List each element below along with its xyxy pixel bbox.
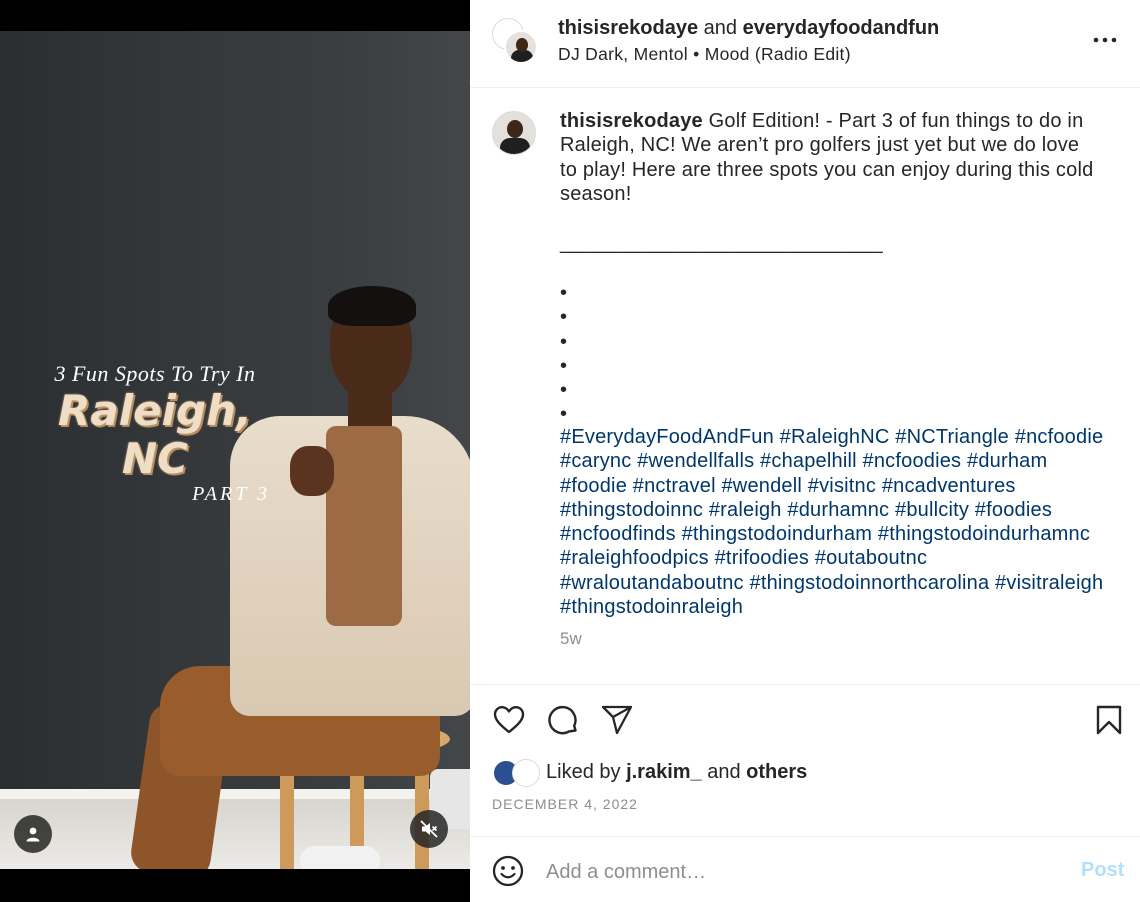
comment-input[interactable] [546,855,1046,889]
post-comment-button[interactable]: Post [1081,859,1124,882]
video-title-overlay: 3 Fun Spots To Try In Raleigh, NC PART 3 [30,361,280,506]
paper-plane-icon [601,705,633,735]
overlay-line-1: 3 Fun Spots To Try In [54,361,256,386]
overlay-line-2: Raleigh, NC [58,386,252,483]
person-icon [26,827,40,842]
post-date[interactable]: DECEMBER 4, 2022 [492,796,638,812]
more-options-button[interactable] [1090,26,1120,54]
username-link[interactable]: everydayfoodandfun [743,17,940,39]
caption-text: thisisrekodaye Golf Edition! - Part 3 of… [560,109,1100,206]
liked-by-text: Liked by j.rakim_ and others [546,761,808,783]
collab-usernames: thisisrekodaye and everydayfoodandfun [558,16,939,40]
audio-track-link[interactable]: DJ Dark, Mentol • Mood (Radio Edit) [558,44,851,64]
speaker-muted-icon [420,820,438,838]
avatar[interactable] [504,30,538,64]
avatar[interactable] [492,111,536,155]
post-details-panel: thisisrekodaye and everydayfoodandfun DJ… [470,0,1140,902]
avatar[interactable] [512,759,540,787]
post-media[interactable]: 3 Fun Spots To Try In Raleigh, NC PART 3 [0,0,470,902]
liked-by-row: Liked by j.rakim_ and others [492,757,1112,787]
caption-dots: • • • • • • [560,282,568,426]
username-link[interactable]: thisisrekodaye [560,110,703,132]
comment-bar: Post [470,836,1140,902]
caption-section: thisisrekodaye Golf Edition! - Part 3 of… [470,89,1140,683]
likes-others-link[interactable]: others [746,761,807,783]
caption-separator: _____________________________ [560,232,883,254]
video-frame[interactable]: 3 Fun Spots To Try In Raleigh, NC PART 3 [0,31,470,869]
comment-icon [548,705,577,735]
comment-button[interactable] [546,703,580,737]
liker-username-link[interactable]: j.rakim_ [626,761,702,783]
post-header: thisisrekodaye and everydayfoodandfun DJ… [470,0,1140,88]
more-horizontal-icon [1093,37,1117,43]
time-ago[interactable]: 5w [560,629,582,649]
action-bar: Liked by j.rakim_ and others DECEMBER 4,… [470,684,1140,836]
hashtags[interactable]: #EverydayFoodAndFun #RaleighNC #NCTriang… [560,425,1105,619]
bookmark-icon [1096,705,1122,735]
heart-icon [493,706,525,734]
conjunction-text: and [703,17,738,39]
smiley-icon [492,855,524,887]
username-link[interactable]: thisisrekodaye [558,17,698,39]
share-button[interactable] [600,703,634,737]
save-button[interactable] [1092,703,1126,737]
mute-toggle-button[interactable] [410,810,448,848]
tagged-users-button[interactable] [14,815,52,853]
overlay-line-3: PART 3 [192,483,270,505]
emoji-button[interactable] [492,855,526,889]
like-button[interactable] [492,703,526,737]
collab-avatars[interactable] [492,18,538,64]
